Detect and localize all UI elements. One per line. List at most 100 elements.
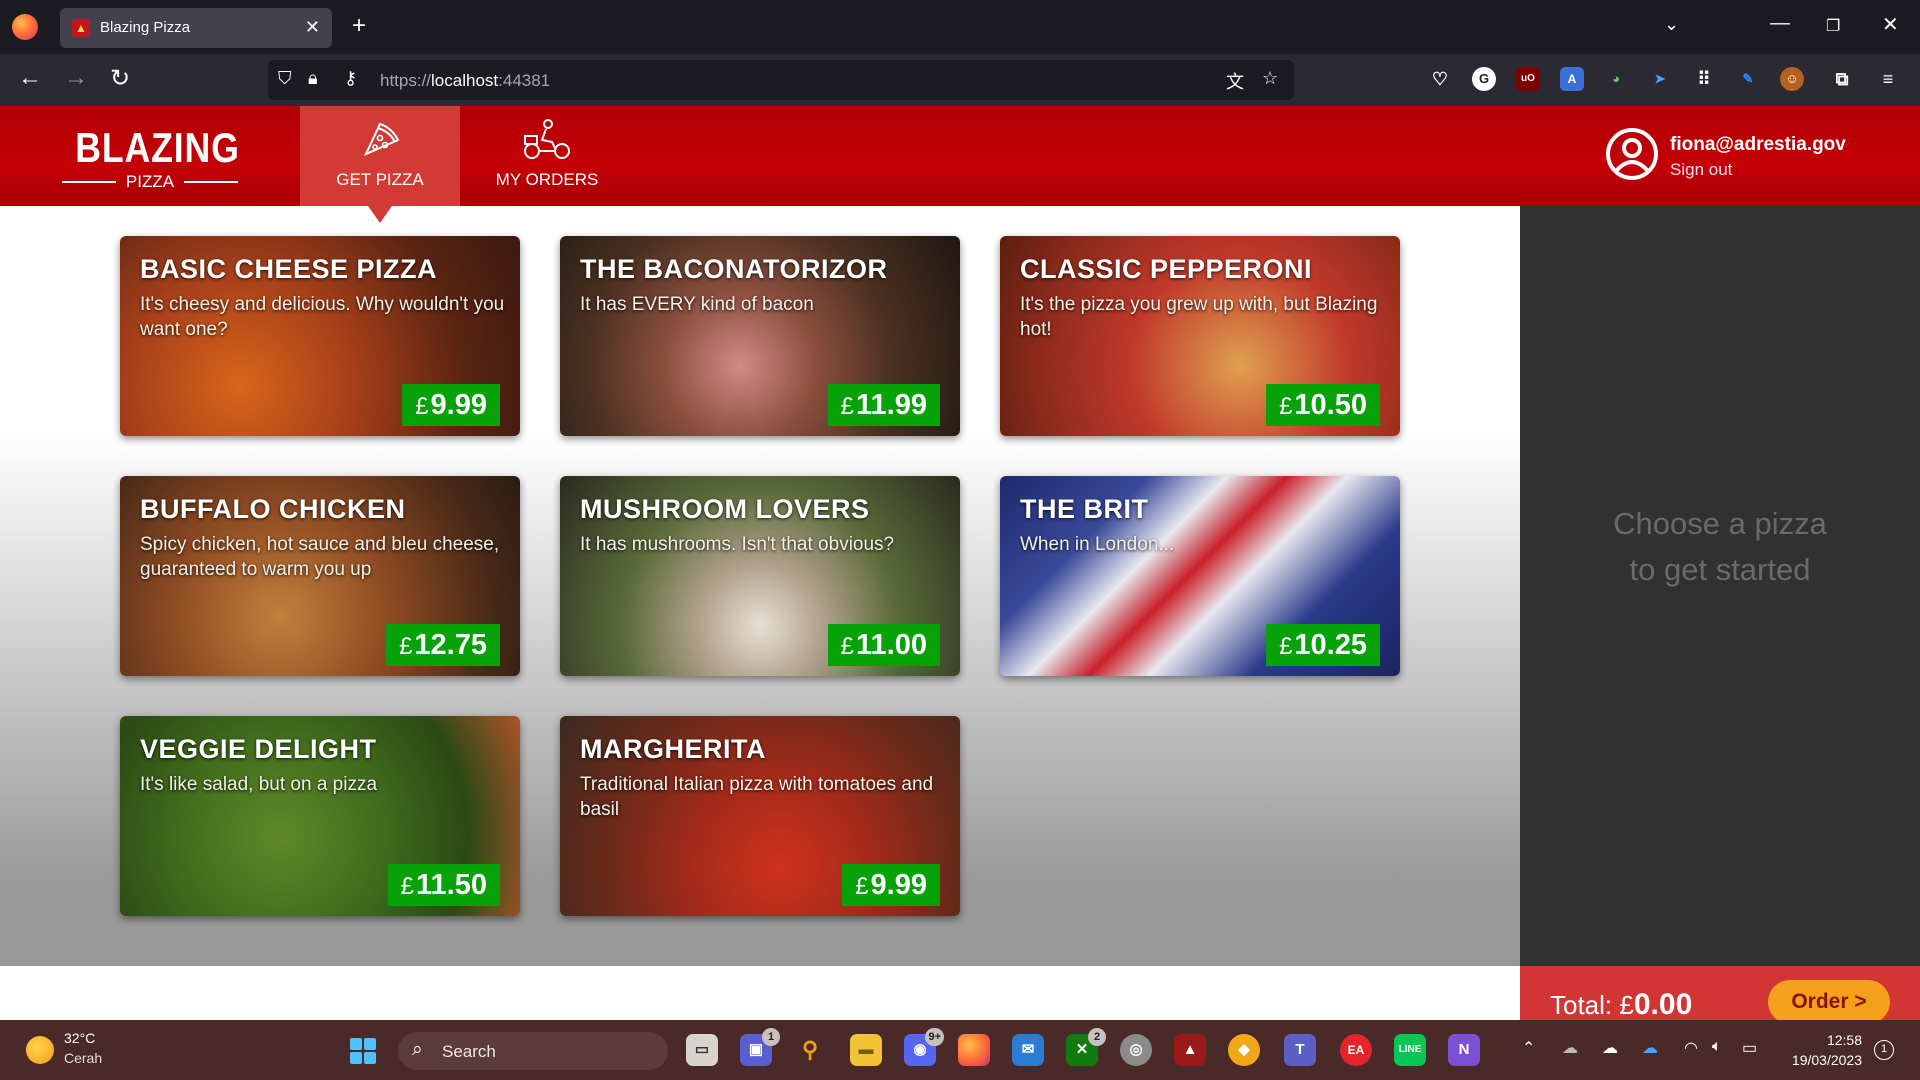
tray-expand-icon[interactable]: ⌃ bbox=[1522, 1038, 1535, 1058]
pizza-price: £12.75 bbox=[386, 624, 500, 666]
notification-badge[interactable]: 1 bbox=[1874, 1040, 1894, 1060]
pizza-name: VEGGIE DELIGHT bbox=[140, 734, 377, 764]
pizza-price: £11.99 bbox=[827, 384, 940, 426]
logo-text: BLAZING bbox=[75, 124, 240, 171]
minimize-icon[interactable]: — bbox=[1770, 12, 1790, 35]
pizza-card[interactable]: CLASSIC PEPPERONI It's the pizza you gre… bbox=[1000, 236, 1400, 436]
close-window-icon[interactable]: ✕ bbox=[1882, 12, 1899, 37]
pizza-description: It has mushrooms. Isn't that obvious? bbox=[580, 534, 895, 555]
pizza-card[interactable]: VEGGIE DELIGHT It's like salad, but on a… bbox=[120, 716, 520, 916]
pizza-card[interactable]: BASIC CHEESE PIZZA It's cheesy and delic… bbox=[120, 236, 520, 436]
key-icon[interactable]: ⚷ bbox=[344, 68, 357, 89]
weather-sun-icon[interactable] bbox=[26, 1036, 54, 1064]
game-app-icon[interactable]: ▲ bbox=[1174, 1034, 1206, 1066]
nav-get-pizza[interactable]: GET PIZZA bbox=[300, 106, 460, 206]
extension-face-icon[interactable]: ☺ bbox=[1780, 67, 1804, 91]
close-tab-icon[interactable]: ✕ bbox=[305, 17, 320, 38]
pizza-description: Spicy chicken, hot sauce and bleu cheese… bbox=[140, 534, 500, 580]
cloud-gray-icon[interactable]: ☁ bbox=[1562, 1038, 1578, 1058]
onedrive-icon[interactable]: ☁ bbox=[1642, 1038, 1658, 1058]
xbox-icon[interactable]: ✕ 2 bbox=[1066, 1028, 1106, 1066]
menu-hamburger-icon[interactable]: ≡ bbox=[1876, 67, 1900, 91]
pizza-favicon-icon: ▲ bbox=[72, 19, 90, 37]
order-button[interactable]: Order > bbox=[1768, 980, 1890, 1020]
url-text[interactable]: https://localhost:44381 bbox=[380, 71, 550, 91]
search-magnifier-app-icon[interactable]: ⚲ bbox=[794, 1034, 826, 1066]
firefox-icon[interactable] bbox=[12, 14, 38, 40]
pizza-name: BUFFALO CHICKEN bbox=[140, 494, 406, 524]
pizza-name: THE BRIT bbox=[1020, 494, 1149, 524]
file-explorer-icon[interactable]: ▬ bbox=[850, 1034, 882, 1066]
brave-icon[interactable]: ◆ bbox=[1228, 1034, 1260, 1066]
pizza-card[interactable]: THE BACONATORIZOR It has EVERY kind of b… bbox=[560, 236, 960, 436]
browser-tab-strip: ▲ Blazing Pizza ✕ + ⌄ — ❐ ✕ bbox=[0, 0, 1920, 54]
tab-title: Blazing Pizza bbox=[100, 19, 191, 36]
weather-temperature[interactable]: 32°C bbox=[64, 1030, 95, 1046]
firefox-taskbar-icon[interactable] bbox=[958, 1034, 990, 1066]
pizza-card[interactable]: MUSHROOM LOVERS It has mushrooms. Isn't … bbox=[560, 476, 960, 676]
ea-app-icon[interactable]: EA bbox=[1340, 1034, 1372, 1066]
search-label: Search bbox=[442, 1042, 496, 1061]
extension-pen-icon[interactable]: ✎ bbox=[1736, 67, 1760, 91]
cloud-white-icon[interactable]: ☁ bbox=[1602, 1038, 1618, 1058]
pizza-description: It has EVERY kind of bacon bbox=[580, 294, 814, 315]
battery-icon[interactable]: ▭ bbox=[1742, 1038, 1757, 1058]
translator-icon[interactable]: A bbox=[1560, 67, 1584, 91]
apps-grid-icon[interactable]: ⠿ bbox=[1692, 67, 1716, 91]
new-tab-icon[interactable]: + bbox=[352, 12, 366, 40]
lock-icon[interactable]: 🔒︎ bbox=[308, 68, 318, 89]
windows-start-icon[interactable] bbox=[350, 1038, 376, 1064]
pizza-description: It's cheesy and delicious. Why wouldn't … bbox=[140, 294, 505, 340]
mail-icon[interactable]: ✉ bbox=[1012, 1034, 1044, 1066]
user-email: fiona@adrestia.gov bbox=[1670, 134, 1846, 155]
pocket-icon[interactable]: ♡ bbox=[1428, 67, 1452, 91]
taskbar-clock[interactable]: 12:58 19/03/2023 bbox=[1778, 1030, 1862, 1070]
pizza-name: CLASSIC PEPPERONI bbox=[1020, 254, 1313, 284]
taskbar-search[interactable]: ⌕ Search bbox=[398, 1032, 668, 1070]
teams-chat-icon[interactable]: ▣ 1 bbox=[740, 1028, 780, 1066]
disc-app-icon[interactable]: ◎ bbox=[1120, 1034, 1152, 1066]
brand-logo[interactable]: BLAZING PIZZA bbox=[62, 124, 240, 192]
nav-get-pizza-label: GET PIZZA bbox=[336, 170, 424, 189]
discord-icon[interactable]: ◉ 9+ bbox=[904, 1028, 944, 1066]
browser-navbar: ← → ↻ ⛉ 🔒︎ ⚷ https://localhost:44381 文 ☆… bbox=[0, 54, 1920, 106]
logo-subtitle: PIZZA bbox=[62, 172, 239, 192]
extension-arrow-icon[interactable]: ➤ bbox=[1648, 67, 1672, 91]
grammarly-icon[interactable]: G bbox=[1472, 67, 1496, 91]
task-view-icon[interactable]: ▭ bbox=[686, 1034, 718, 1066]
delivery-scooter-icon bbox=[460, 118, 634, 162]
reload-icon[interactable]: ↻ bbox=[104, 64, 136, 93]
nav-my-orders[interactable]: MY ORDERS bbox=[460, 106, 634, 206]
pizza-description: Traditional Italian pizza with tomatoes … bbox=[580, 774, 934, 820]
shield-icon[interactable]: ⛉ bbox=[278, 68, 292, 89]
extension-swirl-icon[interactable]: ◕ bbox=[1604, 67, 1628, 91]
pizza-price: £11.00 bbox=[827, 624, 940, 666]
pizza-name: THE BACONATORIZOR bbox=[580, 254, 888, 284]
list-tabs-chevron-icon[interactable]: ⌄ bbox=[1664, 14, 1679, 35]
pizza-menu: BASIC CHEESE PIZZA It's cheesy and delic… bbox=[0, 206, 1520, 966]
sign-out-link[interactable]: Sign out bbox=[1670, 160, 1732, 180]
back-icon[interactable]: ← bbox=[14, 64, 46, 92]
translate-icon[interactable]: 文 bbox=[1226, 68, 1244, 94]
blazing-pizza-app: BLAZING PIZZA GET PIZZA MY ORDERS fiona@… bbox=[0, 106, 1920, 1020]
bookmark-star-icon[interactable]: ☆ bbox=[1262, 68, 1278, 89]
extensions-puzzle-icon[interactable]: ⧉ bbox=[1830, 67, 1854, 91]
visual-studio-icon[interactable]: N bbox=[1448, 1034, 1480, 1066]
nav-my-orders-label: MY ORDERS bbox=[495, 170, 599, 189]
order-sidebar: Choose a pizza to get started bbox=[1520, 206, 1920, 1020]
line-app-icon[interactable]: LINE bbox=[1394, 1034, 1426, 1066]
top-bar: BLAZING PIZZA GET PIZZA MY ORDERS fiona@… bbox=[0, 106, 1920, 206]
weather-condition[interactable]: Cerah bbox=[64, 1050, 102, 1066]
forward-icon[interactable]: → bbox=[60, 64, 92, 92]
order-total: Total: £0.00 bbox=[1550, 988, 1693, 1020]
volume-icon[interactable]: 🔈︎ bbox=[1712, 1038, 1722, 1056]
pizza-card[interactable]: BUFFALO CHICKEN Spicy chicken, hot sauce… bbox=[120, 476, 520, 676]
pizza-card[interactable]: THE BRIT When in London... £10.25 bbox=[1000, 476, 1400, 676]
url-bar[interactable]: ⛉ 🔒︎ ⚷ https://localhost:44381 文 ☆ bbox=[268, 60, 1294, 100]
browser-tab[interactable]: ▲ Blazing Pizza ✕ bbox=[60, 8, 332, 48]
pizza-card[interactable]: MARGHERITA Traditional Italian pizza wit… bbox=[560, 716, 960, 916]
restore-icon[interactable]: ❐ bbox=[1826, 16, 1840, 36]
ublock-icon[interactable]: uO bbox=[1516, 67, 1540, 91]
teams-icon[interactable]: T bbox=[1284, 1034, 1316, 1066]
wifi-icon[interactable]: ◠ bbox=[1684, 1038, 1698, 1058]
